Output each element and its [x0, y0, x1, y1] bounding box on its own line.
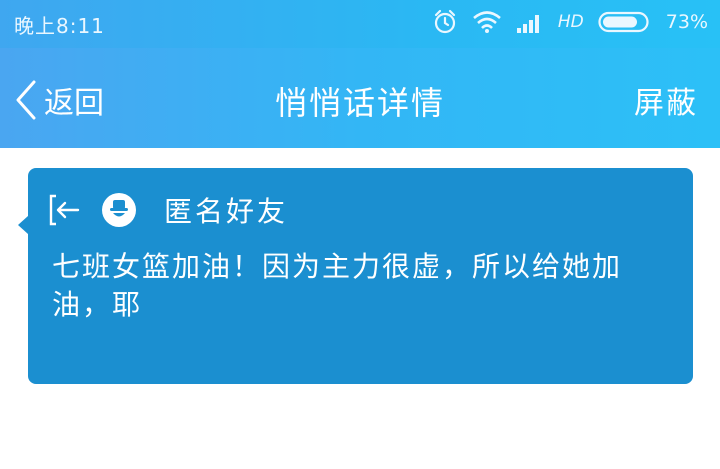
page-title: 悄悄话详情 — [274, 84, 445, 122]
status-icons: HD 73% — [432, 9, 708, 35]
block-button[interactable]: 屏蔽 — [634, 78, 698, 122]
signal-icon — [516, 15, 539, 33]
sender-name: 匿名好友 — [164, 195, 289, 228]
message-header: 匿名好友 — [48, 190, 288, 230]
card-pointer — [18, 216, 28, 234]
battery-percent: 73% — [665, 11, 708, 33]
message-card: 匿名好友 七班女篮加油！因为主力很虚，所以给她加油，耶 — [18, 168, 693, 384]
anonymous-avatar-icon — [102, 193, 136, 227]
status-time: 晚上8:11 — [14, 14, 105, 38]
message-text: 七班女篮加油！因为主力很虚，所以给她加油，耶 — [52, 250, 623, 321]
network-type: HD — [557, 12, 584, 32]
navigation-bar: 返回 悄悄话详情 屏蔽 — [0, 48, 720, 148]
wifi-icon — [473, 11, 501, 33]
status-bar: 晚上8:11 HD 73% — [0, 0, 720, 48]
battery-icon — [598, 11, 649, 33]
alarm-icon — [434, 9, 455, 34]
exit-icon[interactable] — [48, 193, 82, 227]
